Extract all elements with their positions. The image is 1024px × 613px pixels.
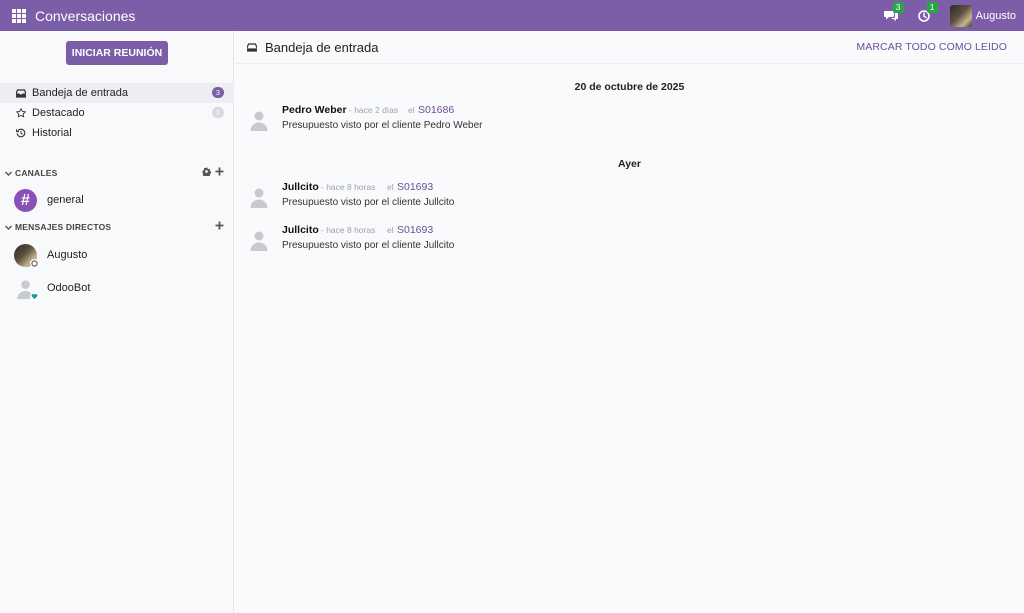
sidebar-item-history[interactable]: Historial xyxy=(0,123,234,143)
date-separator: 20 de octubre de 2025 xyxy=(574,81,685,93)
message-date: - hace 8 horas xyxy=(321,225,376,235)
star-icon xyxy=(16,108,26,118)
chat-item-augusto[interactable]: Augusto xyxy=(0,241,234,269)
message-body: Presupuesto visto por el cliente Jullcit… xyxy=(282,197,455,208)
activities-count-badge: 1 xyxy=(926,1,938,13)
sidebar-item-label: Bandeja de entrada xyxy=(32,87,129,99)
chevron-down-icon[interactable] xyxy=(4,169,13,178)
message-record-link[interactable]: S01686 xyxy=(418,104,454,116)
message-on: el xyxy=(387,182,394,192)
channels-category-actions xyxy=(198,167,224,176)
avatar xyxy=(14,243,39,268)
odoobot-avatar xyxy=(14,277,39,301)
activity-menu[interactable]: 1 xyxy=(917,1,938,22)
top-navbar: Conversaciones 3 1 Augusto xyxy=(0,0,1024,31)
author-avatar[interactable] xyxy=(247,108,271,132)
sidebar-item-label: Destacado xyxy=(32,107,85,119)
message-record-link[interactable]: S01693 xyxy=(397,181,433,193)
date-separator: Ayer xyxy=(618,158,641,170)
history-icon xyxy=(16,128,26,138)
user-avatar xyxy=(949,4,972,27)
author-avatar[interactable] xyxy=(247,185,271,209)
message-body: Presupuesto visto por el cliente Jullcit… xyxy=(282,240,455,251)
direct-messages-category-actions xyxy=(211,221,224,230)
author-avatar[interactable] xyxy=(247,228,271,252)
user-name: Augusto xyxy=(975,9,1016,22)
message-on: el xyxy=(408,105,415,115)
thread-view: Bandeja de entrada MARCAR TODO COMO LEID… xyxy=(235,31,1024,613)
gear-icon[interactable] xyxy=(202,167,211,176)
message-item: Pedro Weber - hace 2 días el S01686 Pres… xyxy=(235,104,1024,140)
user-menu[interactable]: Augusto xyxy=(949,4,1016,27)
channels-category-header: CANALES xyxy=(0,166,234,180)
heart-icon xyxy=(30,291,39,301)
chat-item-odoobot[interactable]: OdooBot xyxy=(0,274,234,302)
message-record-link[interactable]: S01693 xyxy=(397,224,433,236)
inbox-icon xyxy=(247,42,257,52)
channel-item-general[interactable]: # general xyxy=(0,186,234,214)
channel-name: general xyxy=(47,194,84,206)
message-date: - hace 8 horas xyxy=(321,182,376,192)
discuss-sidebar: INICIAR REUNIÓN Bandeja de entrada 3 Des… xyxy=(0,31,234,613)
apps-menu-icon[interactable] xyxy=(12,8,26,23)
message-date: - hace 2 días xyxy=(349,105,399,115)
message-body: Presupuesto visto por el cliente Pedro W… xyxy=(282,120,483,131)
away-status-icon xyxy=(30,258,39,268)
sidebar-item-label: Historial xyxy=(32,127,72,139)
start-meeting-button[interactable]: INICIAR REUNIÓN xyxy=(66,41,168,65)
thread-header: Bandeja de entrada MARCAR TODO COMO LEID… xyxy=(235,31,1024,64)
sidebar-item-starred[interactable]: Destacado 1 xyxy=(0,103,234,123)
systray: 3 1 Augusto xyxy=(883,0,1016,31)
starred-counter-badge: 1 xyxy=(212,107,224,118)
mark-all-read-button[interactable]: MARCAR TODO COMO LEIDO xyxy=(856,41,1007,53)
chat-name: Augusto xyxy=(47,249,88,261)
channels-category-label[interactable]: CANALES xyxy=(15,168,58,178)
app-title[interactable]: Conversaciones xyxy=(35,8,135,24)
messages-count-badge: 3 xyxy=(892,1,904,13)
message-item: Jullcito - hace 8 horas el S01693 Presup… xyxy=(235,181,1024,217)
inbox-icon xyxy=(16,88,26,98)
inbox-counter-badge: 3 xyxy=(212,87,224,98)
chevron-down-icon[interactable] xyxy=(4,223,13,232)
chat-name: OdooBot xyxy=(47,282,91,294)
messaging-menu[interactable]: 3 xyxy=(883,1,904,22)
message-author[interactable]: Jullcito xyxy=(282,224,319,236)
message-author[interactable]: Pedro Weber xyxy=(282,104,347,116)
sidebar-item-inbox[interactable]: Bandeja de entrada 3 xyxy=(0,83,234,103)
direct-messages-category-header: MENSAJES DIRECTOS xyxy=(0,220,234,234)
add-chat-icon[interactable] xyxy=(215,221,224,230)
direct-messages-category-label[interactable]: MENSAJES DIRECTOS xyxy=(15,222,111,232)
add-channel-icon[interactable] xyxy=(215,167,224,176)
message-item: Jullcito - hace 8 horas el S01693 Presup… xyxy=(235,224,1024,260)
message-author[interactable]: Jullcito xyxy=(282,181,319,193)
message-on: el xyxy=(387,225,394,235)
thread-title: Bandeja de entrada xyxy=(265,39,379,55)
hash-icon: # xyxy=(14,188,37,212)
